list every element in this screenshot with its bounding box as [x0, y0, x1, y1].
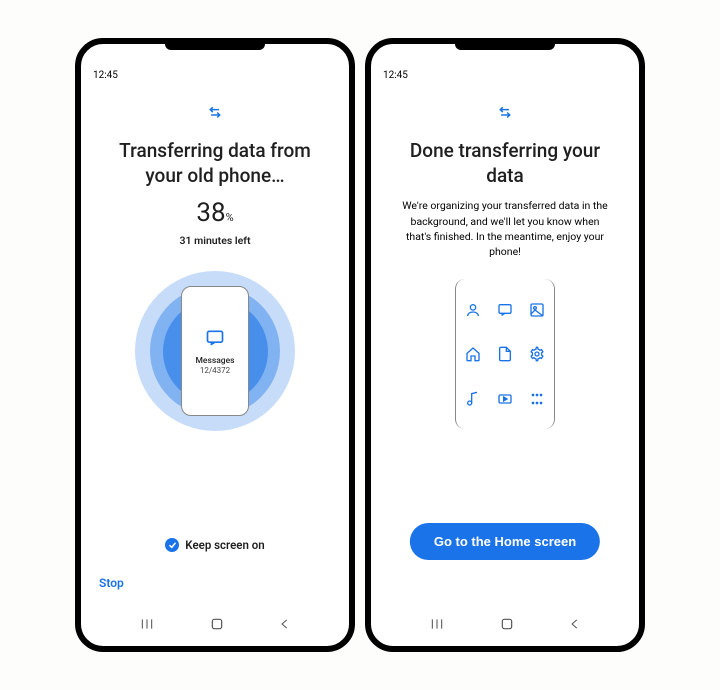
files-icon: [497, 346, 513, 362]
music-icon: [465, 391, 481, 407]
photos-icon: [529, 302, 545, 318]
contacts-icon: [465, 302, 481, 318]
keep-screen-label: Keep screen on: [185, 538, 264, 552]
keep-screen-on-toggle[interactable]: Keep screen on: [81, 538, 349, 552]
home-screen-button[interactable]: Go to the Home screen: [410, 523, 600, 560]
status-time: 12:45: [371, 64, 639, 81]
phone-transferring: 12:45 Transferring data from your old ph…: [75, 38, 355, 652]
video-icon: [497, 391, 513, 407]
home-icon: [465, 346, 481, 362]
message-icon: [205, 328, 225, 352]
phone-done: 12:45 Done transferring your data We're …: [365, 38, 645, 652]
messages-icon: [497, 302, 513, 318]
nav-recents-icon[interactable]: [428, 616, 446, 636]
mini-phone-icon: [455, 279, 555, 429]
mini-phone-icon: Messages 12/4372: [181, 286, 249, 416]
page-description: We're organizing your transferred data i…: [397, 198, 613, 259]
transfer-visual: Messages 12/4372: [97, 261, 333, 441]
swap-icon: [207, 107, 223, 127]
time-remaining: 31 minutes left: [97, 234, 333, 247]
nav-back-icon[interactable]: [278, 616, 292, 636]
stop-button[interactable]: Stop: [99, 576, 124, 590]
nav-home-icon[interactable]: [499, 616, 515, 636]
current-item-label: Messages: [195, 356, 234, 366]
nav-bar: [81, 616, 349, 636]
page-title: Done transferring your data: [395, 139, 615, 188]
swap-icon: [497, 107, 513, 127]
checkmark-icon: [165, 538, 179, 552]
page-title: Transferring data from your old phone…: [105, 139, 325, 188]
nav-home-icon[interactable]: [209, 616, 225, 636]
settings-icon: [529, 346, 545, 362]
nav-back-icon[interactable]: [568, 616, 582, 636]
nav-recents-icon[interactable]: [138, 616, 156, 636]
apps-icon: [529, 391, 545, 407]
nav-bar: [371, 616, 639, 636]
status-time: 12:45: [81, 64, 349, 81]
current-item-count: 12/4372: [200, 366, 230, 375]
progress-percent: 38%: [97, 198, 333, 228]
